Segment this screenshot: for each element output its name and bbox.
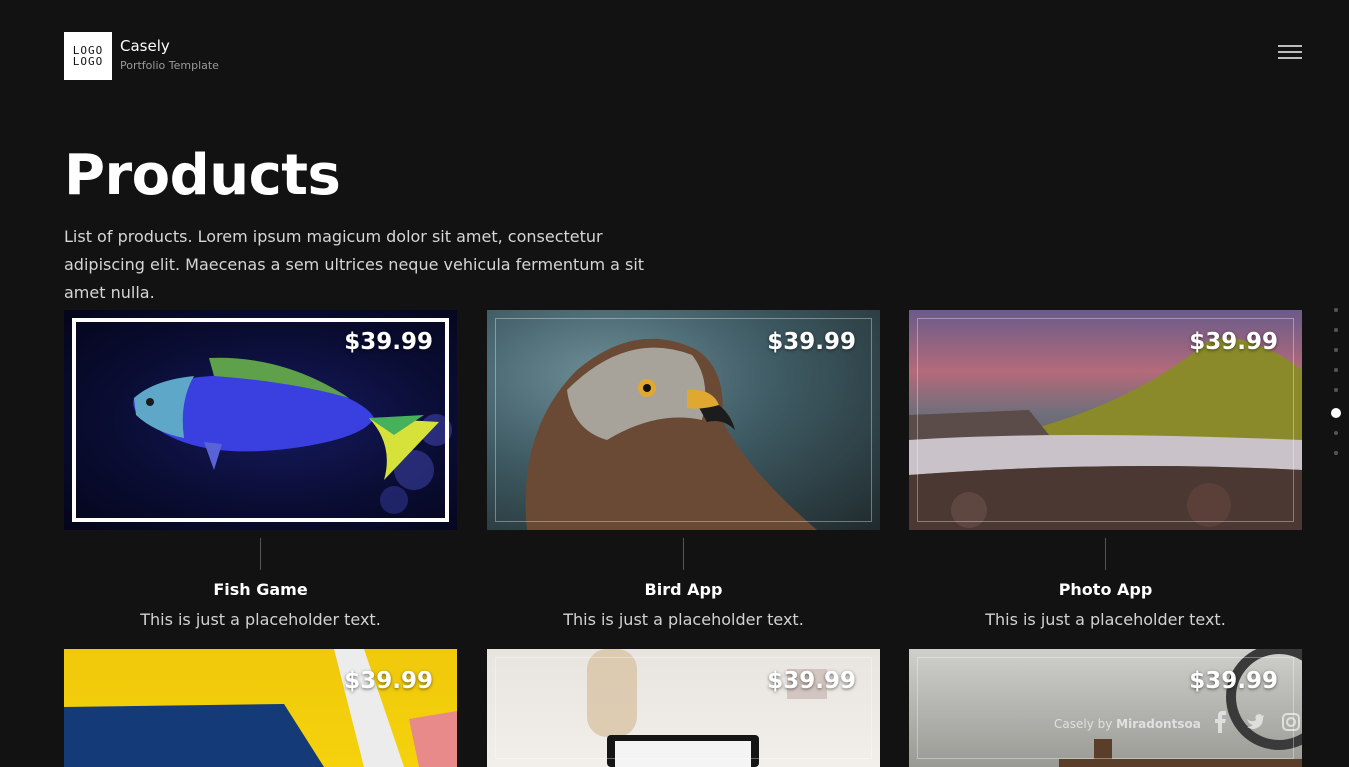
logo[interactable]: LOGO LOGO [64, 32, 112, 80]
section-dot[interactable] [1334, 328, 1338, 332]
product-card-4[interactable]: $39.99 [64, 649, 457, 767]
product-description: This is just a placeholder text. [563, 610, 804, 629]
product-description: This is just a placeholder text. [140, 610, 381, 629]
brand: Casely Portfolio Template [120, 37, 219, 73]
section-dot[interactable] [1334, 308, 1338, 312]
interior-room-photo: $39.99 [909, 649, 1302, 767]
product-title[interactable]: Photo App [909, 580, 1302, 600]
site-header: LOGO LOGO Casely Portfolio Template [64, 32, 219, 80]
mountain-river-photo: $39.99 [909, 310, 1302, 530]
twitter-icon[interactable] [1246, 711, 1264, 733]
abstract-illustration [64, 649, 457, 767]
facebook-icon[interactable] [1212, 711, 1230, 733]
product-card-5[interactable]: $39.99 [487, 649, 880, 767]
product-card-fish-game[interactable]: $39.99 Fish Game This is just a placehol… [64, 310, 457, 631]
brand-tagline: Portfolio Template [120, 59, 219, 72]
connector-line [1105, 538, 1106, 570]
brand-name[interactable]: Casely [120, 37, 219, 55]
product-card-photo-app[interactable]: $39.99 Photo App This is just a placehol… [909, 310, 1302, 631]
section-dot[interactable] [1334, 368, 1338, 372]
connector-line [683, 538, 684, 570]
fish-photo: $39.99 [64, 310, 457, 530]
credit-prefix: Casely by [1054, 717, 1117, 731]
desk-laptop-photo: $39.99 [487, 649, 880, 767]
yellow-abstract-photo: $39.99 [64, 649, 457, 767]
instagram-icon[interactable] [1282, 711, 1300, 733]
product-price: $39.99 [1189, 668, 1278, 694]
product-title[interactable]: Fish Game [64, 580, 457, 600]
hawk-photo: $39.99 [487, 310, 880, 530]
section-dot-active[interactable] [1331, 408, 1341, 418]
product-price: $39.99 [767, 329, 856, 355]
section-dot[interactable] [1334, 451, 1338, 455]
product-price: $39.99 [344, 329, 433, 355]
product-price: $39.99 [767, 668, 856, 694]
section-dot-nav [1330, 308, 1342, 471]
menu-icon[interactable] [1278, 44, 1302, 60]
section-dot[interactable] [1334, 431, 1338, 435]
footer-credit: Casely by Miradontsoa [1054, 717, 1201, 731]
page-intro: List of products. Lorem ipsum magicum do… [64, 227, 645, 302]
section-dot[interactable] [1334, 388, 1338, 392]
product-card-bird-app[interactable]: $39.99 Bird App This is just a placehold… [487, 310, 880, 631]
section-dot[interactable] [1334, 348, 1338, 352]
product-price: $39.99 [1189, 329, 1278, 355]
logo-line-2: LOGO [72, 55, 104, 68]
page-title: Products [64, 143, 341, 208]
product-title[interactable]: Bird App [487, 580, 880, 600]
credit-author-link[interactable]: Miradontsoa [1116, 717, 1201, 731]
product-description: This is just a placeholder text. [985, 610, 1226, 629]
connector-line [260, 538, 261, 570]
product-card-6[interactable]: $39.99 [909, 649, 1302, 767]
product-price: $39.99 [344, 668, 433, 694]
